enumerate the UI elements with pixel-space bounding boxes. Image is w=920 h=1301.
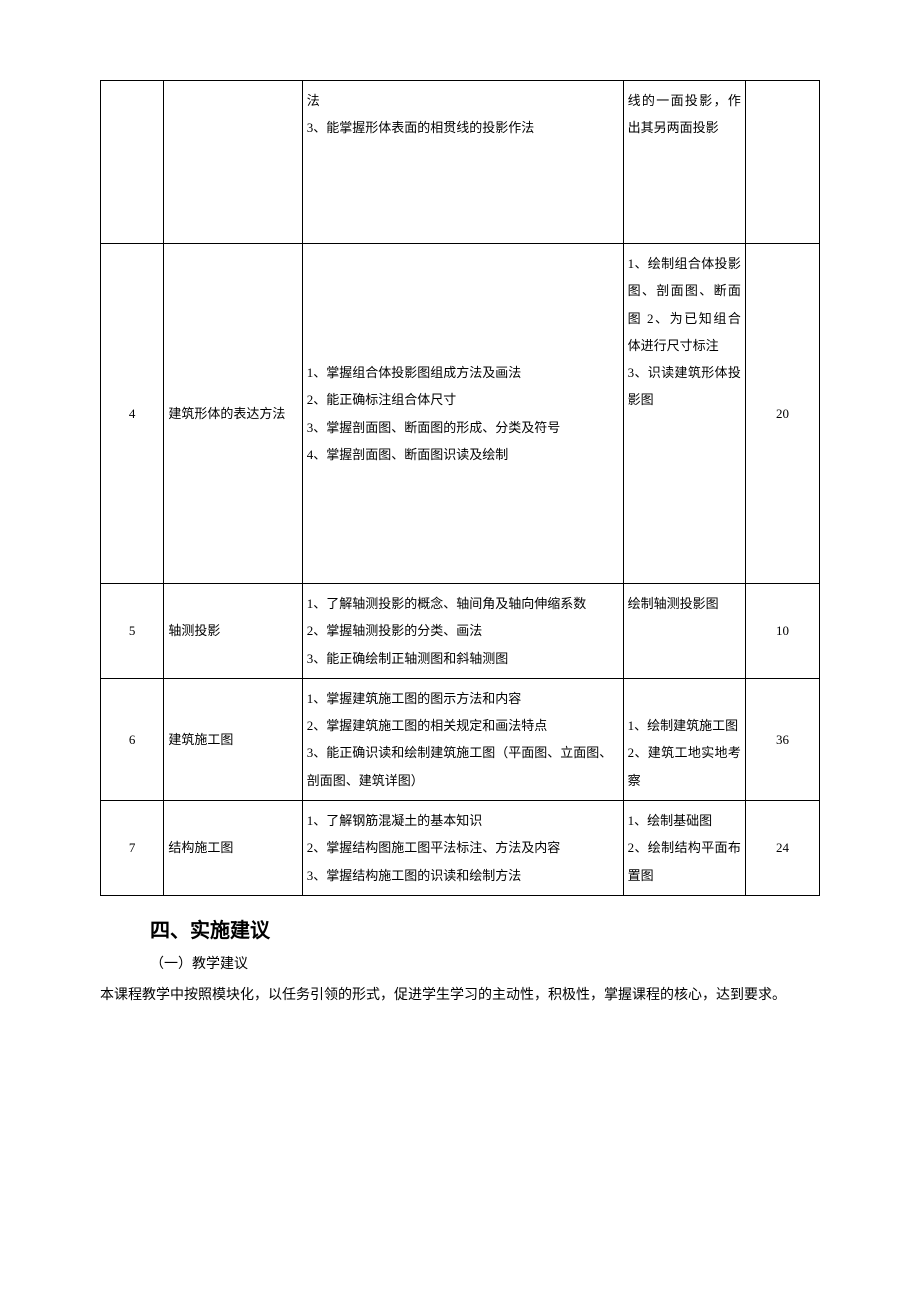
table-row: 4 建筑形体的表达方法 1、掌握组合体投影图组成方法及画法2、能正确标注组合体尺… xyxy=(101,244,820,584)
cell-hours: 36 xyxy=(745,678,819,800)
cell-goals: 1、掌握组合体投影图组成方法及画法2、能正确标注组合体尺寸3、掌握剖面图、断面图… xyxy=(302,244,623,584)
cell-topic: 结构施工图 xyxy=(164,801,302,896)
cell-goals: 法3、能掌握形体表面的相贯线的投影作法 xyxy=(302,81,623,244)
table-row: 5 轴测投影 1、了解轴测投影的概念、轴间角及轴向伸缩系数2、掌握轴测投影的分类… xyxy=(101,584,820,679)
cell-tasks: 绘制轴测投影图 xyxy=(623,584,745,679)
cell-tasks: 1、绘制基础图2、绘制结构平面布置图 xyxy=(623,801,745,896)
cell-hours: 20 xyxy=(745,244,819,584)
cell-tasks: 1、绘制组合体投影图、剖面图、断面图 2、为已知组合体进行尺寸标注3、识读建筑形… xyxy=(623,244,745,584)
cell-index: 7 xyxy=(101,801,164,896)
section-heading: 四、实施建议 xyxy=(150,914,820,943)
cell-topic: 建筑施工图 xyxy=(164,678,302,800)
cell-hours xyxy=(745,81,819,244)
cell-goals: 1、了解钢筋混凝土的基本知识2、掌握结构图施工图平法标注、方法及内容3、掌握结构… xyxy=(302,801,623,896)
cell-tasks: 1、绘制建筑施工图2、建筑工地实地考察 xyxy=(623,678,745,800)
cell-index xyxy=(101,81,164,244)
cell-index: 4 xyxy=(101,244,164,584)
cell-hours: 10 xyxy=(745,584,819,679)
cell-topic: 轴测投影 xyxy=(164,584,302,679)
curriculum-table: 法3、能掌握形体表面的相贯线的投影作法 线的一面投影，作出其另两面投影 4 建筑… xyxy=(100,80,820,896)
paragraph: 本课程教学中按照模块化，以任务引领的形式，促进学生学习的主动性，积极性，掌握课程… xyxy=(100,983,820,1008)
cell-goals: 1、掌握建筑施工图的图示方法和内容2、掌握建筑施工图的相关规定和画法特点3、能正… xyxy=(302,678,623,800)
cell-index: 6 xyxy=(101,678,164,800)
cell-goals: 1、了解轴测投影的概念、轴间角及轴向伸缩系数2、掌握轴测投影的分类、画法3、能正… xyxy=(302,584,623,679)
table-row: 法3、能掌握形体表面的相贯线的投影作法 线的一面投影，作出其另两面投影 xyxy=(101,81,820,244)
table-row: 7 结构施工图 1、了解钢筋混凝土的基本知识2、掌握结构图施工图平法标注、方法及… xyxy=(101,801,820,896)
cell-topic: 建筑形体的表达方法 xyxy=(164,244,302,584)
cell-topic xyxy=(164,81,302,244)
cell-index: 5 xyxy=(101,584,164,679)
table-row: 6 建筑施工图 1、掌握建筑施工图的图示方法和内容2、掌握建筑施工图的相关规定和… xyxy=(101,678,820,800)
cell-tasks: 线的一面投影，作出其另两面投影 xyxy=(623,81,745,244)
subheading: （一）教学建议 xyxy=(150,953,820,973)
cell-hours: 24 xyxy=(745,801,819,896)
